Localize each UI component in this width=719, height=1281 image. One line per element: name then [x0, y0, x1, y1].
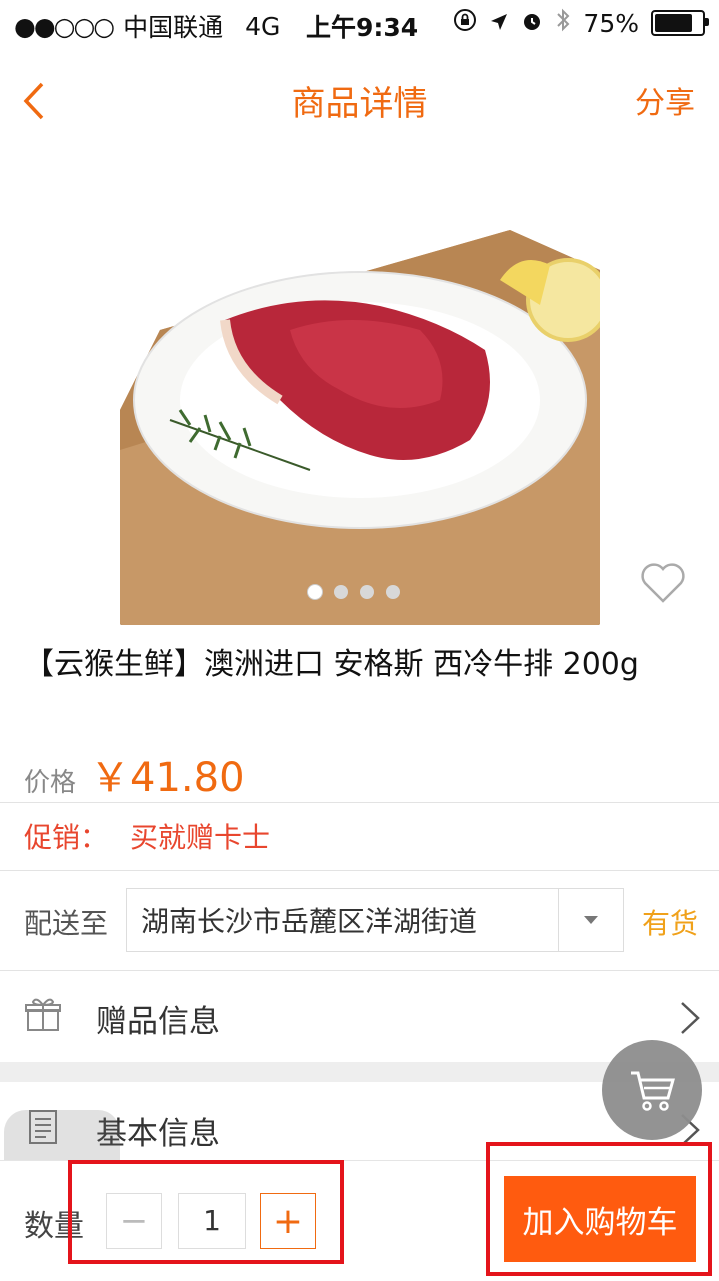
carousel-dot[interactable] — [334, 585, 348, 599]
rotation-lock-icon — [453, 8, 477, 38]
page-title: 商品详情 — [291, 84, 428, 124]
signal-strength: ●●○○○ — [14, 11, 115, 41]
shopping-cart-icon — [631, 1071, 675, 1111]
product-image[interactable] — [120, 210, 600, 625]
promo-text: 买就赠卡士 — [130, 821, 271, 854]
gift-icon — [24, 996, 62, 1034]
dropdown-arrow-icon[interactable] — [558, 889, 623, 951]
battery-percent: 75% — [583, 8, 639, 38]
carrier-name: 中国联通 — [123, 13, 224, 42]
promo-label: 促销： — [24, 821, 109, 854]
quantity-highlight-box — [68, 1160, 344, 1264]
bluetooth-icon — [555, 8, 571, 38]
carousel-dot[interactable] — [308, 585, 322, 599]
gift-info-row[interactable]: 赠品信息 — [0, 972, 719, 1060]
price-label: 价格 — [24, 768, 77, 798]
divider — [0, 802, 719, 803]
alarm-icon — [521, 9, 543, 38]
carousel-dot[interactable] — [360, 585, 374, 599]
chevron-right-icon — [679, 1000, 701, 1036]
navigation-bar: 商品详情 分享 — [0, 50, 719, 145]
battery-icon — [651, 10, 709, 36]
status-bar: ●●○○○ 中国联通 4G 上午9:34 75% — [0, 0, 719, 48]
share-button[interactable]: 分享 — [635, 78, 695, 122]
price-row: 价格 ￥41.80 — [24, 745, 245, 803]
address-select[interactable]: 湖南长沙市岳麓区洋湖街道 — [126, 888, 624, 952]
clock: 上午9:34 — [306, 13, 419, 42]
divider — [0, 870, 719, 871]
location-arrow-icon — [489, 9, 509, 38]
cart-button[interactable] — [602, 1040, 702, 1140]
add-to-cart-highlight-box — [486, 1142, 712, 1276]
network-type: 4G — [245, 11, 281, 41]
favorite-heart-icon[interactable] — [638, 557, 688, 607]
address-value: 湖南长沙市岳麓区洋湖街道 — [141, 905, 478, 938]
stock-status: 有货 — [642, 907, 699, 940]
divider — [0, 970, 719, 971]
shipping-label: 配送至 — [24, 907, 109, 940]
shipping-row: 配送至 湖南长沙市岳麓区洋湖街道 有货 — [24, 888, 704, 954]
gift-info-label: 赠品信息 — [96, 1004, 220, 1040]
product-title: 【云猴生鲜】澳洲进口 安格斯 西冷牛排 200g — [24, 647, 639, 682]
promotion-row: 促销： 买就赠卡士 — [24, 816, 270, 856]
price-value: ￥41.80 — [90, 755, 245, 801]
carousel-indicator — [308, 585, 400, 599]
carousel-dot[interactable] — [386, 585, 400, 599]
